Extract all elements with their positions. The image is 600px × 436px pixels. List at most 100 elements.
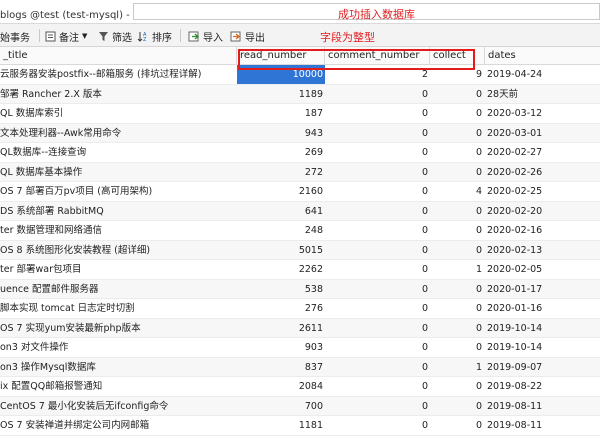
cell-collect[interactable]: 0 [430, 202, 482, 221]
cell-collect[interactable]: 0 [430, 377, 482, 396]
cell-title[interactable]: ter 数据管理和网络通信 [0, 221, 237, 240]
table-row[interactable]: CentOS 7 最小化安装后无ifconfig命令 700 0 0 2019-08-1… [0, 396, 600, 416]
cell-dates[interactable]: 2020-02-26 [485, 163, 600, 182]
cell-read-number[interactable]: 10000 [237, 65, 325, 84]
cell-comment-number[interactable]: 0 [325, 221, 430, 240]
cell-dates[interactable]: 2019-10-14 [485, 319, 600, 338]
cell-title[interactable]: 邹署 Rancher 2.X 版本 [0, 85, 237, 104]
cell-dates[interactable]: 2019-08-11 [485, 397, 600, 416]
cell-collect[interactable]: 0 [430, 85, 482, 104]
cell-title[interactable]: OS 8 系统图形化安装教程 (超详细) [0, 241, 237, 260]
cell-title[interactable]: QL数据库--连接查询 [0, 143, 237, 162]
cell-title[interactable]: CentOS 7 最小化安装后无ifconfig命令 [0, 397, 237, 416]
cell-comment-number[interactable]: 0 [325, 104, 430, 123]
cell-dates[interactable]: 2020-02-25 [485, 182, 600, 201]
cell-read-number[interactable]: 837 [237, 358, 325, 377]
cell-dates[interactable]: 2019-08-11 [485, 416, 600, 435]
cell-comment-number[interactable]: 0 [325, 202, 430, 221]
cell-title[interactable]: OS 7 安装禅道并绑定公司内网邮箱 [0, 416, 237, 435]
column-header-collect[interactable]: collect [430, 47, 485, 65]
cell-comment-number[interactable]: 2 [325, 65, 430, 84]
cell-title[interactable]: DS 系统部署 RabbitMQ [0, 202, 237, 221]
cell-dates[interactable]: 2020-02-05 [485, 260, 600, 279]
cell-comment-number[interactable]: 0 [325, 143, 430, 162]
table-row[interactable]: ix 配置QQ邮箱报警通知 2084 0 0 2019-08-22 [0, 377, 600, 397]
cell-collect[interactable]: 0 [430, 416, 482, 435]
cell-collect[interactable]: 0 [430, 163, 482, 182]
cell-dates[interactable]: 2020-02-27 [485, 143, 600, 162]
cell-collect[interactable]: 0 [430, 397, 482, 416]
table-row[interactable]: OS 7 部署百万pv项目 (高可用架构) 2160 0 4 2020-02-25 [0, 182, 600, 202]
column-header-comment-number[interactable]: comment_number [325, 47, 430, 65]
table-row[interactable]: QL 数据库基本操作 272 0 0 2020-02-26 [0, 162, 600, 182]
cell-collect[interactable]: 1 [430, 260, 482, 279]
table-row[interactable]: uence 配置邮件服务器 538 0 0 2020-01-17 [0, 279, 600, 299]
cell-comment-number[interactable]: 0 [325, 338, 430, 357]
cell-comment-number[interactable]: 0 [325, 397, 430, 416]
cell-title[interactable]: OS 7 实现yum安装最新php版本 [0, 319, 237, 338]
sort-button[interactable]: AZ 排序 [137, 29, 172, 44]
cell-read-number[interactable]: 641 [237, 202, 325, 221]
table-row[interactable]: 文本处理利器--Awk常用命令 943 0 0 2020-03-01 [0, 123, 600, 143]
table-row[interactable]: 邹署 Rancher 2.X 版本 1189 0 0 28天前 [0, 84, 600, 104]
table-row[interactable]: 云服务器安装postfix--邮箱服务 (排坑过程详解) 10000 2 9 2019-… [0, 65, 600, 85]
cell-collect[interactable]: 0 [430, 143, 482, 162]
cell-collect[interactable]: 0 [430, 104, 482, 123]
cell-title[interactable]: 文本处理利器--Awk常用命令 [0, 124, 237, 143]
cell-read-number[interactable]: 538 [237, 280, 325, 299]
cell-read-number[interactable]: 1181 [237, 416, 325, 435]
cell-read-number[interactable]: 2160 [237, 182, 325, 201]
cell-comment-number[interactable]: 0 [325, 182, 430, 201]
cell-dates[interactable]: 2020-02-13 [485, 241, 600, 260]
cell-collect[interactable]: 0 [430, 124, 482, 143]
cell-dates[interactable]: 2019-08-22 [485, 377, 600, 396]
cell-title[interactable]: ter 部署war包项目 [0, 260, 237, 279]
cell-comment-number[interactable]: 0 [325, 241, 430, 260]
begin-transaction-button[interactable]: 始事务 [0, 29, 30, 44]
cell-dates[interactable]: 28天前 [485, 85, 600, 104]
cell-comment-number[interactable]: 0 [325, 358, 430, 377]
cell-dates[interactable]: 2019-04-24 [485, 65, 600, 84]
cell-title[interactable]: uence 配置邮件服务器 [0, 280, 237, 299]
cell-title[interactable]: OS 7 部署百万pv项目 (高可用架构) [0, 182, 237, 201]
table-row[interactable]: OS 7 实现yum安装最新php版本 2611 0 0 2019-10-14 [0, 318, 600, 338]
cell-collect[interactable]: 0 [430, 241, 482, 260]
cell-comment-number[interactable]: 0 [325, 163, 430, 182]
cell-collect[interactable]: 1 [430, 358, 482, 377]
memo-button[interactable]: 备注 ▼ [45, 29, 87, 44]
cell-dates[interactable]: 2020-03-01 [485, 124, 600, 143]
cell-comment-number[interactable]: 0 [325, 299, 430, 318]
cell-collect[interactable]: 0 [430, 338, 482, 357]
cell-dates[interactable]: 2020-01-16 [485, 299, 600, 318]
table-row[interactable]: 脚本实现 tomcat 日志定时切割 276 0 0 2020-01-16 [0, 299, 600, 319]
cell-read-number[interactable]: 1189 [237, 85, 325, 104]
cell-read-number[interactable]: 943 [237, 124, 325, 143]
cell-dates[interactable]: 2020-03-12 [485, 104, 600, 123]
cell-title[interactable]: QL 数据库索引 [0, 104, 237, 123]
cell-collect[interactable]: 0 [430, 221, 482, 240]
cell-read-number[interactable]: 272 [237, 163, 325, 182]
cell-dates[interactable]: 2020-02-16 [485, 221, 600, 240]
cell-collect[interactable]: 4 [430, 182, 482, 201]
cell-dates[interactable]: 2019-09-07 [485, 358, 600, 377]
cell-collect[interactable]: 9 [430, 65, 482, 84]
cell-title[interactable]: on3 对文件操作 [0, 338, 237, 357]
cell-read-number[interactable]: 2084 [237, 377, 325, 396]
cell-title[interactable]: 脚本实现 tomcat 日志定时切割 [0, 299, 237, 318]
cell-collect[interactable]: 0 [430, 299, 482, 318]
cell-dates[interactable]: 2020-01-17 [485, 280, 600, 299]
table-row[interactable]: QL 数据库索引 187 0 0 2020-03-12 [0, 104, 600, 124]
cell-read-number[interactable]: 700 [237, 397, 325, 416]
table-row[interactable]: OS 7 安装禅道并绑定公司内网邮箱 1181 0 0 2019-08-11 [0, 416, 600, 436]
filter-button[interactable]: 筛选 [98, 29, 132, 44]
table-row[interactable]: on3 对文件操作 903 0 0 2019-10-14 [0, 338, 600, 358]
cell-read-number[interactable]: 2611 [237, 319, 325, 338]
cell-title[interactable]: 云服务器安装postfix--邮箱服务 (排坑过程详解) [0, 65, 237, 84]
table-row[interactable]: QL数据库--连接查询 269 0 0 2020-02-27 [0, 143, 600, 163]
column-header-read-number[interactable]: read_number [237, 47, 325, 65]
cell-comment-number[interactable]: 0 [325, 377, 430, 396]
cell-read-number[interactable]: 2262 [237, 260, 325, 279]
cell-comment-number[interactable]: 0 [325, 260, 430, 279]
table-row[interactable]: on3 操作Mysql数据库 837 0 1 2019-09-07 [0, 357, 600, 377]
cell-read-number[interactable]: 5015 [237, 241, 325, 260]
